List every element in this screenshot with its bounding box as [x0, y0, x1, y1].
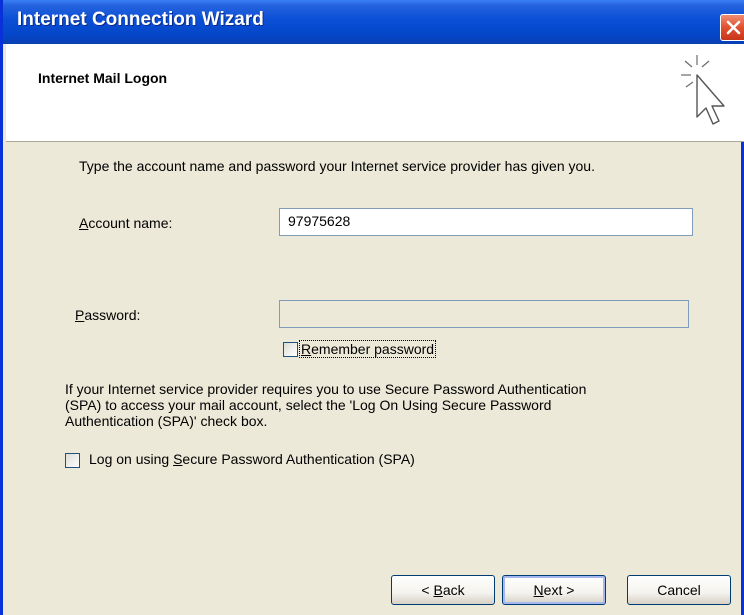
spa-checkbox-label-rest: ecure Password Authentication (SPA) — [182, 451, 415, 467]
password-label-key: P — [75, 307, 85, 323]
next-button-key: N — [533, 582, 544, 598]
spa-checkbox[interactable] — [65, 453, 80, 468]
password-input[interactable] — [279, 300, 689, 328]
spa-checkbox-label[interactable]: Log on using Secure Password Authenticat… — [89, 451, 415, 467]
cancel-button[interactable]: Cancel — [627, 575, 731, 605]
remember-password-label[interactable]: Remember password — [299, 340, 437, 358]
remember-password-label-rest: emember password — [311, 341, 435, 357]
back-arrow: < — [421, 582, 430, 598]
wizard-header: Internet Mail Logon — [6, 44, 744, 142]
remember-password-checkbox[interactable] — [283, 342, 298, 357]
instructions-text: Type the account name and password your … — [79, 158, 595, 174]
next-button-rest: ext — [543, 582, 563, 598]
back-button-rest: ack — [442, 582, 465, 598]
account-name-label-key: A — [79, 215, 89, 231]
spa-description-line-3: Authentication (SPA)' check box. — [65, 413, 268, 429]
window-title: Internet Connection Wizard — [17, 9, 264, 30]
account-name-value: 97975628 — [288, 213, 351, 229]
close-button[interactable] — [720, 14, 744, 41]
close-icon — [726, 20, 741, 35]
account-name-label: Account name: — [79, 215, 172, 231]
page-title: Internet Mail Logon — [38, 70, 168, 86]
spa-description-line-1: If your Internet service provider requir… — [65, 381, 587, 397]
remember-password-label-key: R — [301, 341, 312, 357]
back-button-key: B — [433, 582, 443, 598]
spa-description-line-2: (SPA) to access your mail account, selec… — [65, 397, 552, 413]
spa-description: If your Internet service provider requir… — [65, 381, 705, 429]
account-name-input[interactable]: 97975628 — [279, 208, 693, 236]
password-label: Password: — [75, 307, 140, 323]
next-button[interactable]: Next > — [502, 575, 606, 605]
wizard-cursor-icon — [681, 55, 725, 125]
wizard-window: Internet Connection Wizard Internet Mail… — [0, 0, 744, 615]
next-arrow: > — [566, 582, 575, 598]
back-button[interactable]: < Back — [391, 575, 495, 605]
password-label-rest: assword: — [84, 307, 141, 323]
spa-checkbox-label-pre: Log on using — [89, 451, 174, 467]
title-bar[interactable]: Internet Connection Wizard — [3, 0, 744, 44]
account-name-label-rest: ccount name: — [88, 215, 173, 231]
